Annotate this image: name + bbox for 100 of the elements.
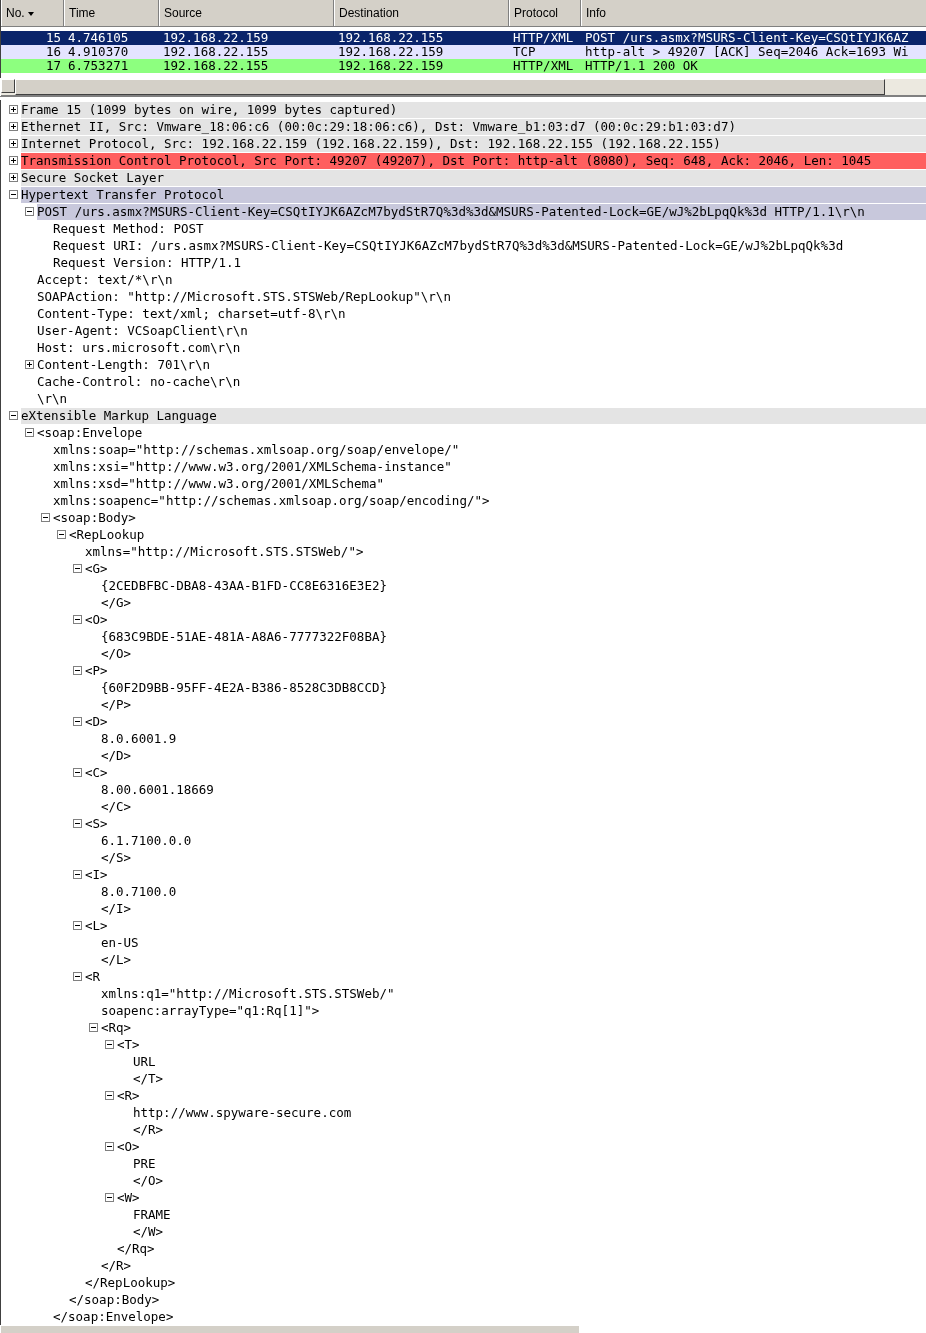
tree-item[interactable]: <L> — [85, 917, 110, 934]
tree-item[interactable]: <O> — [85, 611, 110, 628]
collapse-icon[interactable] — [88, 1023, 98, 1032]
tree-item[interactable]: </R> — [101, 1257, 134, 1274]
tree-item[interactable]: </D> — [101, 747, 134, 764]
expand-icon[interactable] — [8, 122, 18, 131]
tree-item[interactable]: <O> — [117, 1138, 142, 1155]
tree-item[interactable]: 8.0.7100.0 — [101, 883, 179, 900]
tree-item[interactable]: </W> — [133, 1223, 166, 1240]
collapse-icon[interactable] — [72, 666, 82, 675]
tree-item[interactable]: </L> — [101, 951, 134, 968]
tree-item[interactable]: xmlns="http://Microsoft.STS.STSWeb/"> — [85, 543, 366, 560]
column-header[interactable]: Source — [159, 0, 334, 26]
tree-item[interactable]: </I> — [101, 900, 134, 917]
tree-item[interactable]: <R> — [117, 1087, 142, 1104]
tree-item[interactable]: </RepLookup> — [85, 1274, 178, 1291]
collapse-icon[interactable] — [72, 615, 82, 624]
collapse-icon[interactable] — [72, 870, 82, 879]
tree-item[interactable]: Secure Socket Layer — [21, 169, 926, 186]
collapse-icon[interactable] — [104, 1193, 114, 1202]
expand-icon[interactable] — [8, 173, 18, 182]
column-header[interactable]: Info — [581, 0, 926, 26]
collapse-icon[interactable] — [8, 190, 18, 199]
tree-item[interactable]: en-US — [101, 934, 141, 951]
tree-item[interactable]: xmlns:xsd="http://www.w3.org/2001/XMLSchema" — [53, 475, 387, 492]
collapse-icon[interactable] — [104, 1040, 114, 1049]
collapse-icon[interactable] — [72, 972, 82, 981]
tree-item[interactable]: </soap:Body> — [69, 1291, 162, 1308]
tree-item[interactable]: </C> — [101, 798, 134, 815]
tree-item[interactable]: </T> — [133, 1070, 166, 1087]
tree-item[interactable]: </G> — [101, 594, 134, 611]
tree-item[interactable]: </O> — [133, 1172, 166, 1189]
tree-item[interactable]: <Rq> — [101, 1019, 134, 1036]
tree-item[interactable]: <P> — [85, 662, 110, 679]
tree-item[interactable]: <S> — [85, 815, 110, 832]
packet-row[interactable]: 15 4.746105 192.168.22.159 192.168.22.155 HTTP/XML POST /urs.asmx?MSURS-Client-Key=CSQtIYJK6AZ — [1, 31, 926, 45]
tree-item[interactable]: Internet Protocol, Src: 192.168.22.159 (192.168.22.159), Dst: 192.168.22.155 (192.168.22.155) — [21, 135, 926, 152]
tree-item[interactable]: xmlns:soap="http://schemas.xmlsoap.org/soap/envelope/" — [53, 441, 462, 458]
tree-item[interactable]: <RepLookup — [69, 526, 147, 543]
column-header[interactable]: No. — [1, 0, 64, 26]
column-header[interactable]: Protocol — [509, 0, 581, 26]
tree-item[interactable]: soapenc:arrayType="q1:Rq[1]"> — [101, 1002, 322, 1019]
tree-item[interactable]: 6.1.7100.0.0 — [101, 832, 194, 849]
collapse-icon[interactable] — [104, 1142, 114, 1151]
tree-item[interactable]: </S> — [101, 849, 134, 866]
tree-item[interactable]: <R — [85, 968, 103, 985]
tree-item[interactable]: Cache-Control: no-cache\r\n — [37, 373, 243, 390]
tree-item[interactable]: <G> — [85, 560, 110, 577]
tree-item[interactable]: <D> — [85, 713, 110, 730]
collapse-icon[interactable] — [104, 1091, 114, 1100]
tree-item[interactable]: 8.0.6001.9 — [101, 730, 179, 747]
horizontal-scrollbar[interactable] — [1, 1325, 579, 1333]
tree-item[interactable]: Hypertext Transfer Protocol — [21, 186, 926, 203]
collapse-icon[interactable] — [72, 819, 82, 828]
tree-item[interactable]: Frame 15 (1099 bytes on wire, 1099 bytes captured) — [21, 101, 926, 118]
collapse-icon[interactable] — [72, 717, 82, 726]
packet-row[interactable]: 17 6.753271 192.168.22.155 192.168.22.159 HTTP/XML HTTP/1.1 200 OK — [1, 59, 926, 73]
tree-item[interactable]: Accept: text/*\r\n — [37, 271, 175, 288]
collapse-icon[interactable] — [24, 428, 34, 437]
collapse-icon[interactable] — [56, 530, 66, 539]
tree-item[interactable]: <soap:Envelope — [37, 424, 145, 441]
tree-item[interactable]: <soap:Body> — [53, 509, 138, 526]
tree-item[interactable]: Transmission Control Protocol, Src Port: 49207 (49207), Dst Port: http-alt (8080), Seq: 648, Ack: 2046, Len: 1045 — [21, 152, 926, 169]
column-header[interactable]: Destination — [334, 0, 509, 26]
tree-item[interactable]: xmlns:q1="http://Microsoft.STS.STSWeb/" — [101, 985, 397, 1002]
tree-item[interactable]: FRAME — [133, 1206, 173, 1223]
tree-item[interactable]: SOAPAction: "http://Microsoft.STS.STSWeb/RepLookup"\r\n — [37, 288, 453, 305]
tree-item[interactable]: User-Agent: VCSoapClient\r\n — [37, 322, 250, 339]
column-header[interactable]: Time — [64, 0, 159, 26]
tree-item[interactable]: {683C9BDE-51AE-481A-A8A6-7777322F08BA} — [101, 628, 389, 645]
tree-item[interactable]: Host: urs.microsoft.com\r\n — [37, 339, 243, 356]
tree-item[interactable]: {2CEDBFBC-DBA8-43AA-B1FD-CC8E6316E3E2} — [101, 577, 389, 594]
collapse-icon[interactable] — [24, 207, 34, 216]
tree-item[interactable]: </R> — [133, 1121, 166, 1138]
tree-item[interactable]: POST /urs.asmx?MSURS-Client-Key=CSQtIYJK6AZcM7bydStR7Q%3d%3d&MSURS-Patented-Lock=GE/wJ%2bLpqQk%3d HTTP/1.1\r\n — [37, 203, 926, 220]
tree-item[interactable]: </soap:Envelope> — [53, 1308, 176, 1325]
expand-icon[interactable] — [8, 156, 18, 165]
tree-item[interactable]: xmlns:soapenc="http://schemas.xmlsoap.org/soap/encoding/"> — [53, 492, 492, 509]
tree-item[interactable]: {60F2D9BB-95FF-4E2A-B386-8528C3DB8CCD} — [101, 679, 389, 696]
tree-item[interactable]: </P> — [101, 696, 134, 713]
expand-icon[interactable] — [8, 139, 18, 148]
tree-item[interactable]: Request Version: HTTP/1.1 — [53, 254, 244, 271]
tree-item[interactable]: Content-Length: 701\r\n — [37, 356, 213, 373]
tree-item[interactable]: 8.00.6001.18669 — [101, 781, 216, 798]
tree-item[interactable]: URL — [133, 1053, 158, 1070]
collapse-icon[interactable] — [72, 564, 82, 573]
tree-item[interactable]: </O> — [101, 645, 134, 662]
tree-item[interactable]: <T> — [117, 1036, 142, 1053]
tree-item[interactable]: <C> — [85, 764, 110, 781]
tree-item[interactable]: http://www.spyware-secure.com — [133, 1104, 354, 1121]
tree-item[interactable]: Request URI: /urs.asmx?MSURS-Client-Key=CSQtIYJK6AZcM7bydStR7Q%3d%3d&MSURS-Patented-Lock=GE/wJ%2bLpqQk%3d — [53, 237, 846, 254]
collapse-icon[interactable] — [72, 768, 82, 777]
tree-item[interactable]: </Rq> — [117, 1240, 157, 1257]
tree-item[interactable]: Content-Type: text/xml; charset=utf-8\r\n — [37, 305, 348, 322]
tree-item[interactable]: Ethernet II, Src: Vmware_18:06:c6 (00:0c:29:18:06:c6), Dst: Vmware_b1:03:d7 (00:0c:29:b1:03:d7) — [21, 118, 926, 135]
collapse-icon[interactable] — [72, 921, 82, 930]
tree-item[interactable]: \r\n — [37, 390, 70, 407]
tree-item[interactable]: xmlns:xsi="http://www.w3.org/2001/XMLSchema-instance" — [53, 458, 454, 475]
collapse-icon[interactable] — [8, 411, 18, 420]
tree-item[interactable]: eXtensible Markup Language — [21, 407, 926, 424]
